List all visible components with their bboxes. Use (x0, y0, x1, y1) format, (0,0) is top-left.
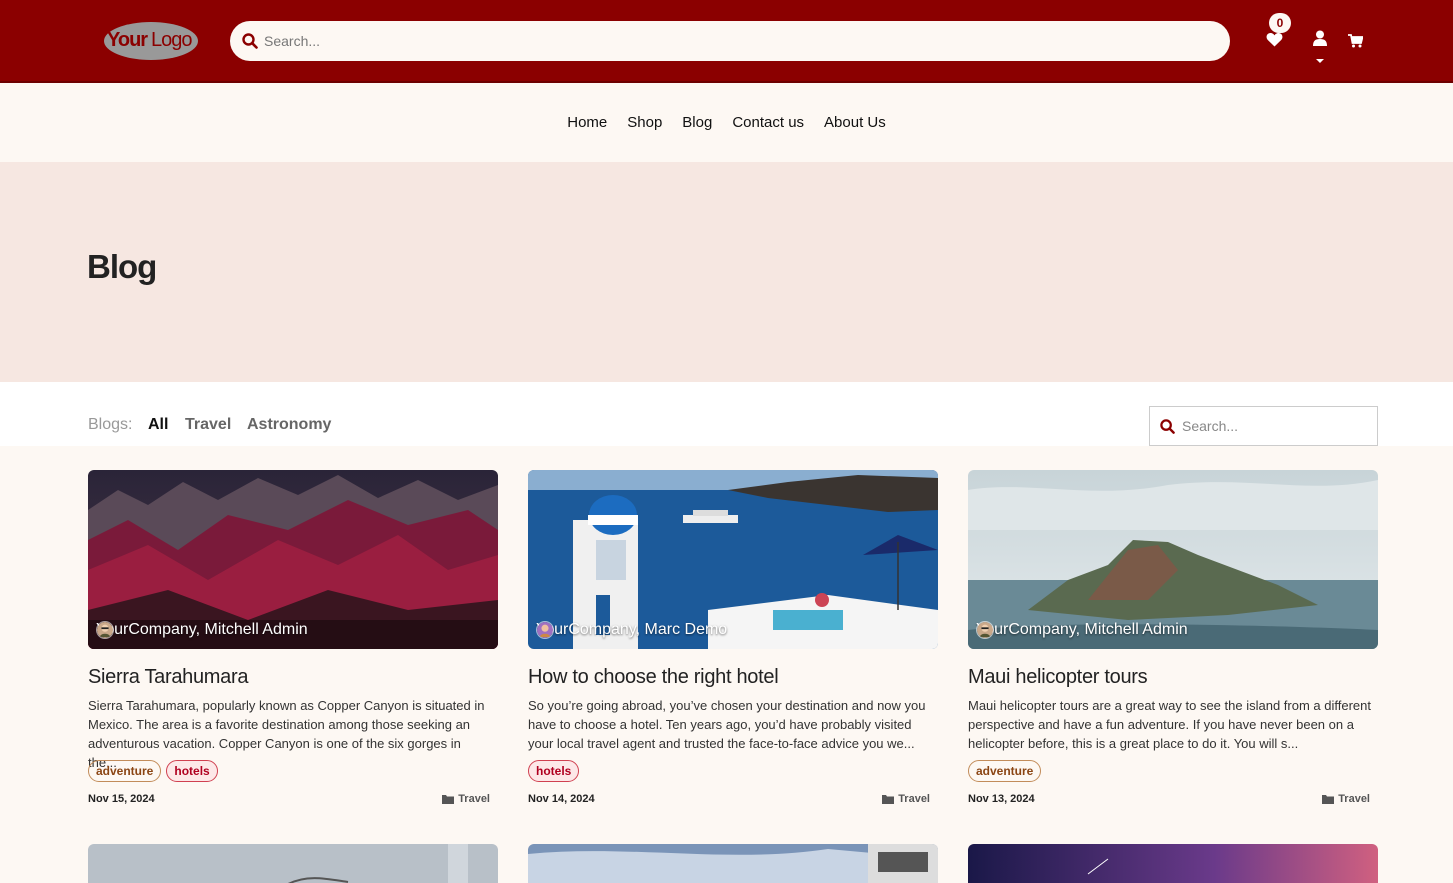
blog-post-card[interactable]: YourCompany, Mitchell Admin Sierra Tarah… (88, 470, 498, 815)
tag-adventure[interactable]: adventure (968, 760, 1042, 782)
post-tags: hotels (528, 760, 580, 782)
avatar (96, 621, 114, 639)
avatar (976, 621, 994, 639)
post-category-label: Travel (458, 793, 490, 805)
search-icon[interactable] (242, 33, 258, 49)
post-excerpt: Maui helicopter tours are a great way to… (968, 698, 1371, 751)
post-author-name: YourCompany, Mitchell Admin (976, 621, 1188, 638)
post-category-label: Travel (1338, 793, 1370, 805)
blog-post-card-partial[interactable] (968, 844, 1378, 883)
blog-filter-all[interactable]: All (148, 416, 168, 434)
nav-item-about[interactable]: About Us (814, 114, 896, 131)
post-tags: adventure hotels (88, 760, 218, 782)
post-title[interactable]: Maui helicopter tours (968, 666, 1148, 689)
tag-adventure[interactable]: adventure (88, 760, 162, 782)
blog-filter-travel[interactable]: Travel (185, 416, 231, 434)
nav-item-blog[interactable]: Blog (672, 114, 722, 131)
post-category[interactable]: Travel (882, 793, 930, 805)
blog-post-card[interactable]: YourCompany, Mitchell Admin Maui helicop… (968, 470, 1378, 815)
post-author: YourCompany, Mitchell Admin (976, 621, 1188, 639)
post-date: Nov 13, 2024 (968, 793, 1035, 805)
blog-post-card-partial[interactable] (88, 844, 498, 883)
main-nav: Home Shop Blog Contact us About Us (0, 83, 1453, 162)
post-cover-image[interactable]: YourCompany, Mitchell Admin (968, 470, 1378, 649)
folder-icon (882, 795, 895, 804)
page-title: Blog (87, 248, 157, 285)
post-title[interactable]: How to choose the right hotel (528, 666, 779, 689)
post-cover-image[interactable]: YourCompany, Mitchell Admin (88, 470, 498, 649)
post-author-name: YourCompany, Mitchell Admin (96, 621, 308, 638)
post-category[interactable]: Travel (442, 793, 490, 805)
post-category-label: Travel (898, 793, 930, 805)
nav-item-shop[interactable]: Shop (617, 114, 672, 131)
top-header: Your Logo 0 (0, 0, 1453, 83)
svg-text:Logo: Logo (151, 29, 192, 51)
post-cover-image[interactable]: YourCompany, Marc Demo (528, 470, 938, 649)
post-author: YourCompany, Mitchell Admin (96, 621, 308, 639)
header-search-input[interactable] (264, 33, 1164, 49)
post-tags: adventure (968, 760, 1042, 782)
chevron-down-icon[interactable] (1316, 59, 1324, 63)
post-category[interactable]: Travel (1322, 793, 1370, 805)
post-date: Nov 15, 2024 (88, 793, 155, 805)
blogs-filter-label: Blogs: (88, 416, 133, 433)
user-icon[interactable] (1313, 30, 1327, 46)
blog-filter-astronomy[interactable]: Astronomy (247, 416, 331, 434)
search-icon[interactable] (1160, 418, 1175, 434)
post-cover-image[interactable] (88, 844, 498, 883)
wishlist-count-badge: 0 (1269, 13, 1291, 33)
blog-post-card[interactable]: YourCompany, Marc Demo How to choose the… (528, 470, 938, 815)
avatar (536, 621, 554, 639)
folder-icon (1322, 795, 1335, 804)
blog-filter-bar: Blogs: All Travel Astronomy (0, 382, 1453, 446)
post-date: Nov 14, 2024 (528, 793, 595, 805)
blog-search[interactable] (1149, 406, 1378, 446)
post-author: YourCompany, Marc Demo (536, 621, 727, 639)
blog-post-card-partial[interactable] (528, 844, 938, 883)
company-logo[interactable]: Your Logo (103, 20, 199, 61)
heart-icon[interactable] (1266, 32, 1283, 47)
post-cover-image[interactable] (968, 844, 1378, 883)
svg-text:Your: Your (107, 29, 148, 51)
post-author-name: YourCompany, Marc Demo (536, 621, 728, 638)
blog-search-input[interactable] (1182, 418, 1362, 434)
post-cover-image[interactable] (528, 844, 938, 883)
header-search[interactable] (230, 21, 1230, 61)
post-excerpt: So you’re going abroad, you’ve chosen yo… (528, 698, 926, 751)
nav-item-home[interactable]: Home (557, 114, 617, 131)
folder-icon (442, 795, 455, 804)
hero-banner: Blog (0, 162, 1453, 382)
tag-hotels[interactable]: hotels (166, 760, 218, 782)
post-title[interactable]: Sierra Tarahumara (88, 666, 248, 689)
nav-item-contact[interactable]: Contact us (722, 114, 814, 131)
tag-hotels[interactable]: hotels (528, 760, 580, 782)
cart-icon[interactable] (1348, 34, 1363, 48)
